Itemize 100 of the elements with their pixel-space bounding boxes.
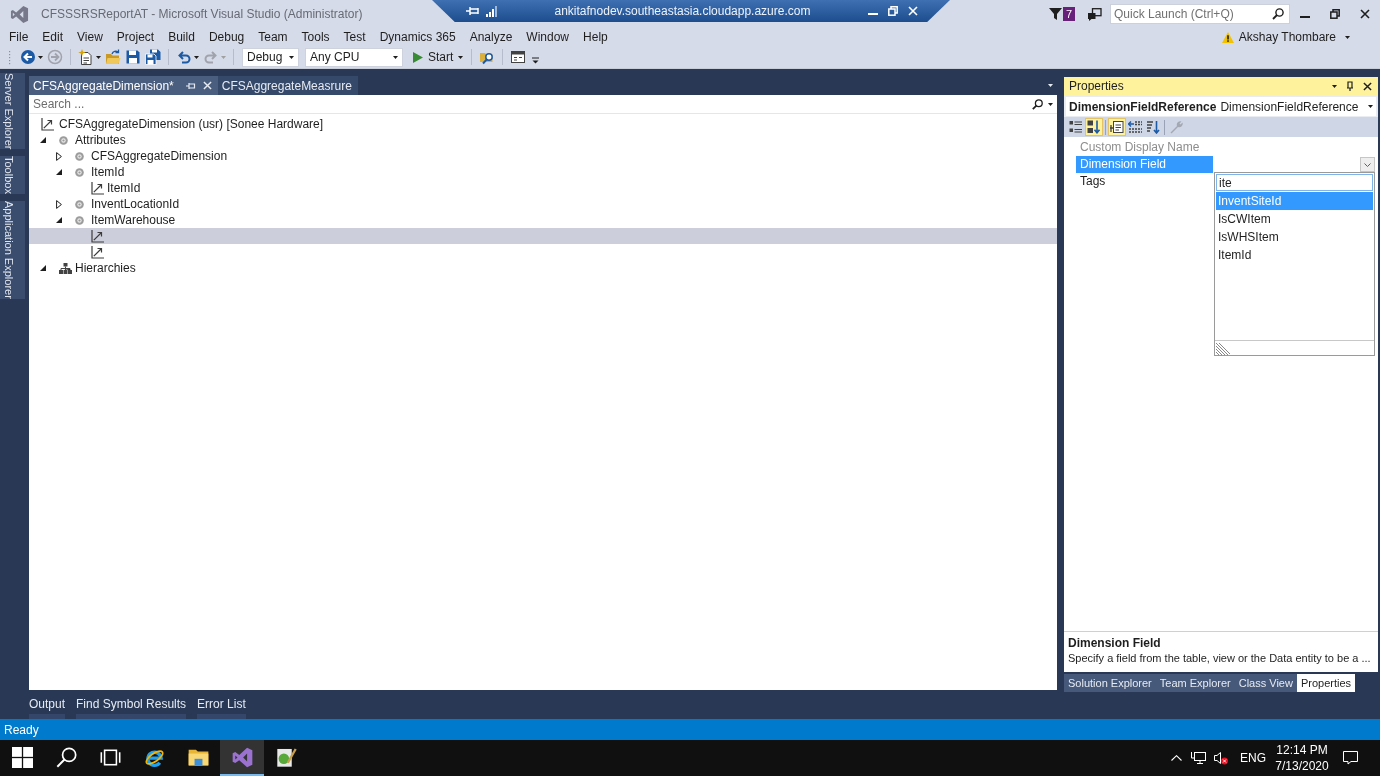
toolbar-overflow-icon[interactable] bbox=[532, 56, 540, 64]
caret-icon bbox=[458, 55, 464, 59]
close-icon[interactable] bbox=[1360, 9, 1370, 19]
menu-item[interactable]: View bbox=[75, 29, 105, 45]
close-icon[interactable] bbox=[1363, 81, 1372, 91]
account-button[interactable]: Akshay Thombare bbox=[1221, 28, 1350, 46]
save-all-icon bbox=[145, 49, 161, 65]
list-option[interactable]: IsCWItem bbox=[1216, 210, 1373, 228]
menu-item[interactable]: File bbox=[7, 29, 31, 45]
search-icon bbox=[55, 746, 77, 768]
hierarchy-icon bbox=[59, 262, 72, 274]
toolbar-button[interactable] bbox=[1085, 118, 1103, 136]
expanded-arrow-icon[interactable] bbox=[56, 217, 62, 223]
panel-title: Properties bbox=[1069, 78, 1124, 95]
ring-dot-icon bbox=[75, 167, 84, 177]
ring-dot-icon bbox=[59, 135, 68, 145]
menu-item[interactable]: Project bbox=[114, 29, 157, 45]
speech-bubble-icon[interactable] bbox=[1343, 751, 1358, 765]
redo-icon bbox=[203, 49, 219, 65]
panel-tab[interactable]: Class View bbox=[1234, 674, 1297, 692]
menu-item[interactable]: Dynamics 365 bbox=[377, 29, 458, 45]
restore-icon[interactable] bbox=[888, 6, 898, 16]
description-title: Dimension Field bbox=[1068, 636, 1162, 651]
sort-lines-icon bbox=[1146, 120, 1160, 134]
resize-grip-icon bbox=[1216, 342, 1230, 355]
volume-muted-icon[interactable] bbox=[1214, 751, 1228, 765]
back-arrow-icon bbox=[20, 49, 36, 65]
toolbar-button[interactable] bbox=[1144, 118, 1162, 136]
grip-icon bbox=[8, 49, 11, 65]
clock-button[interactable]: 12:14 PM 7/13/2020 bbox=[1269, 742, 1335, 774]
object-selector[interactable]: DimensionFieldReference DimensionFieldReference bbox=[1066, 97, 1376, 116]
new-project-button[interactable] bbox=[76, 47, 103, 67]
open-file-button[interactable] bbox=[103, 47, 123, 67]
side-tab[interactable]: Application Explorer bbox=[0, 201, 25, 300]
document-list-icon bbox=[1110, 120, 1124, 134]
configuration-dropdown[interactable]: Debug bbox=[242, 47, 299, 67]
save-all-button[interactable] bbox=[143, 47, 163, 67]
remote-host-name: ankitafnodev.southeastasia.cloudapp.azure.com bbox=[554, 3, 811, 20]
chevron-up-icon[interactable] bbox=[1171, 755, 1182, 761]
filter-field[interactable]: ite bbox=[1216, 174, 1373, 191]
expanded-arrow-icon[interactable] bbox=[40, 137, 46, 143]
menu-item[interactable]: Build bbox=[166, 29, 197, 45]
list-option[interactable]: IsWHSItem bbox=[1216, 228, 1373, 246]
language-indicator[interactable]: ENG bbox=[1240, 749, 1266, 767]
taskbar-app-button[interactable] bbox=[220, 740, 264, 776]
toolbar-button[interactable] bbox=[1126, 118, 1144, 136]
pin-icon[interactable] bbox=[1346, 81, 1354, 91]
menu-item[interactable]: Edit bbox=[40, 29, 66, 45]
caret-icon bbox=[194, 55, 199, 59]
forward-arrow-icon bbox=[47, 49, 63, 65]
toolbar-button[interactable] bbox=[1067, 118, 1085, 136]
start-button[interactable]: Start bbox=[410, 47, 467, 67]
caret-icon bbox=[96, 55, 101, 59]
menu-item[interactable]: Help bbox=[581, 29, 610, 45]
arrow-lines-icon bbox=[1128, 120, 1142, 134]
caret-icon bbox=[221, 55, 226, 59]
notification-badge[interactable]: 7 bbox=[1062, 7, 1075, 21]
dropdown-button[interactable] bbox=[1360, 157, 1375, 172]
panel-tab[interactable]: Team Explorer bbox=[1155, 674, 1235, 692]
menu-item[interactable]: Window bbox=[524, 29, 572, 45]
menu-item[interactable]: Analyze bbox=[467, 29, 515, 45]
monitor-icon[interactable] bbox=[1191, 751, 1206, 765]
panel-tab[interactable]: Solution Explorer bbox=[1064, 674, 1156, 692]
caret-icon[interactable] bbox=[1048, 84, 1053, 87]
play-icon bbox=[413, 51, 423, 63]
restore-icon[interactable] bbox=[1330, 9, 1340, 19]
ring-dot-icon bbox=[75, 151, 84, 161]
open-folder-icon bbox=[105, 49, 121, 65]
axis-arrow-icon bbox=[91, 229, 104, 243]
ring-dot-icon bbox=[75, 199, 84, 209]
quick-launch-field[interactable]: Quick Launch (Ctrl+Q) bbox=[1110, 4, 1290, 24]
caret-icon bbox=[393, 55, 398, 59]
caret-icon[interactable] bbox=[1048, 102, 1053, 106]
ribbon-logo-icon bbox=[231, 746, 253, 768]
document-pencil-icon bbox=[275, 746, 297, 768]
menu-item[interactable]: Debug bbox=[206, 29, 247, 45]
collapsed-arrow-icon[interactable] bbox=[56, 151, 62, 161]
side-tab[interactable]: Server Explorer bbox=[0, 73, 25, 150]
back-button[interactable] bbox=[18, 47, 45, 67]
axis-arrow-icon bbox=[41, 117, 54, 131]
caret-icon[interactable] bbox=[1332, 84, 1337, 88]
expanded-arrow-icon[interactable] bbox=[56, 169, 62, 175]
panel-tab[interactable]: Properties bbox=[1296, 674, 1356, 692]
list-option[interactable]: ItemId bbox=[1216, 246, 1373, 264]
menu-item[interactable]: Tools bbox=[299, 29, 332, 45]
menu-item[interactable]: Test bbox=[341, 29, 368, 45]
menu-item[interactable]: Team bbox=[256, 29, 290, 45]
document-tab[interactable]: CFSAggregateMeasrure bbox=[217, 76, 358, 95]
funnel-icon[interactable] bbox=[1048, 8, 1062, 20]
collapsed-arrow-icon[interactable] bbox=[56, 199, 62, 209]
expanded-arrow-icon[interactable] bbox=[40, 265, 46, 271]
chat-bubbles-icon[interactable] bbox=[1087, 7, 1102, 21]
stacked-windows-icon bbox=[99, 746, 121, 768]
side-tab[interactable]: Toolbox bbox=[0, 156, 25, 195]
search-icon[interactable] bbox=[1032, 98, 1043, 110]
undo-icon bbox=[176, 49, 192, 65]
platform-dropdown[interactable]: Any CPU bbox=[305, 47, 403, 67]
wrench-icon bbox=[1169, 120, 1183, 134]
four-squares-logo-icon bbox=[11, 746, 33, 768]
toolbar-button[interactable] bbox=[1108, 118, 1126, 136]
